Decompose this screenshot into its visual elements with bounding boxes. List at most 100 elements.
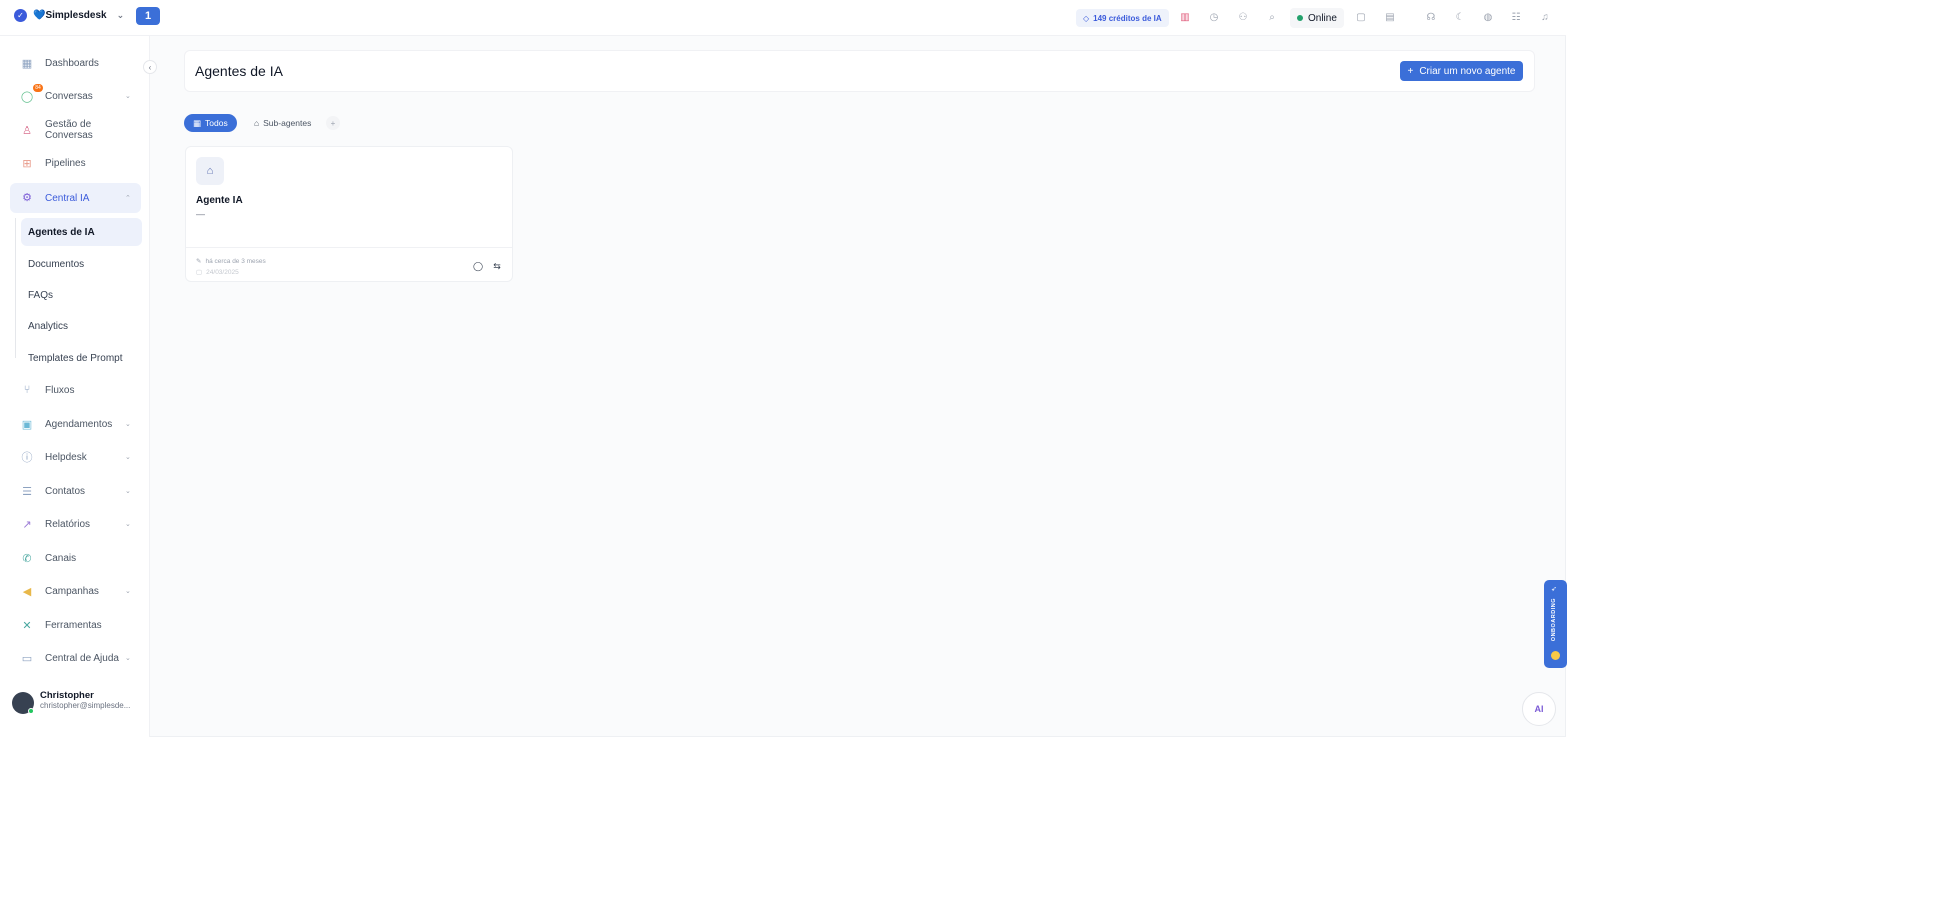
sidebar-item-central-ajuda[interactable]: ▭ Central de Ajuda ⌄	[10, 644, 141, 672]
chart-icon: ↗	[22, 518, 32, 531]
sidebar-item-agendamentos[interactable]: ▣ Agendamentos ⌄	[10, 410, 141, 438]
sidebar-item-label: Contatos	[45, 485, 86, 497]
sidebar-subitem-templates[interactable]: Templates de Prompt	[21, 344, 142, 372]
sidebar-item-canais[interactable]: ✆ Canais	[10, 544, 141, 572]
calendar-icon: ▣	[21, 418, 33, 431]
tab-todos[interactable]: ▦ Todos	[184, 114, 237, 132]
sidebar-item-central-ia[interactable]: ⚙ Central IA ⌃	[10, 183, 141, 213]
ai-credits-label: 149 créditos de IA	[1093, 13, 1162, 23]
sidebar-subitem-analytics[interactable]: Analytics	[21, 312, 142, 340]
conversation-management-icon: ♙	[22, 124, 32, 137]
status-label: Online	[1308, 12, 1337, 24]
grid-icon: ▦	[193, 117, 202, 128]
sidebar-item-label: Fluxos	[45, 384, 75, 396]
sidebar-item-label: Helpdesk	[45, 451, 87, 463]
chevron-down-icon: ⌄	[125, 488, 131, 495]
chevron-down-icon: ⌄	[125, 588, 131, 595]
sidebar-item-campanhas[interactable]: ◀ Campanhas ⌄	[10, 577, 141, 605]
agent-description: —	[196, 209, 205, 219]
pipeline-icon: ⊞	[22, 157, 32, 170]
sidebar-item-relatorios[interactable]: ↗ Relatórios ⌄	[10, 510, 141, 538]
chevron-down-icon: ⌄	[125, 421, 131, 428]
pencil-icon: ✎	[196, 258, 202, 265]
brand-logo-icon: ✓	[14, 9, 27, 22]
card-divider	[186, 247, 512, 248]
updated-text: há cerca de 3 meses	[205, 257, 266, 265]
clock-icon[interactable]: ◷	[1207, 10, 1221, 24]
chevron-down-icon: ⌄	[125, 655, 131, 662]
search-icon[interactable]: ⌕	[1265, 10, 1279, 24]
onboarding-progress-dot	[1551, 651, 1560, 660]
sidebar-item-dashboards[interactable]: ▦ Dashboards	[10, 49, 141, 77]
dashboard-icon: ▦	[21, 57, 33, 70]
status-dot	[1297, 15, 1303, 21]
users-icon[interactable]: ⚇	[1236, 10, 1250, 24]
chevron-down-icon: ⌄	[125, 93, 131, 100]
calendar-icon: ▢	[196, 269, 203, 276]
sidebar-subitem-faqs[interactable]: FAQs	[21, 281, 142, 309]
phone-icon: ✆	[22, 552, 32, 565]
created-meta: ▢ 24/03/2025	[196, 268, 239, 277]
page-header: Agentes de IA + Criar um novo agente	[184, 50, 1535, 92]
ai-button-label: AI	[1534, 704, 1544, 714]
sidebar-item-label: Dashboards	[45, 57, 99, 69]
sidebar-subitem-agentes[interactable]: Agentes de IA	[21, 218, 142, 246]
settings-sliders-icon[interactable]: ⇆	[491, 260, 503, 272]
create-agent-button[interactable]: + Criar um novo agente	[1400, 61, 1523, 81]
contacts-icon: ☰	[22, 485, 32, 498]
headset-icon[interactable]: ☊	[1424, 10, 1438, 24]
sidebar-item-conversas[interactable]: ◯ 84 Conversas ⌄	[10, 82, 141, 110]
chart-bars-icon[interactable]: ▥	[1178, 10, 1192, 24]
onboarding-tab[interactable]: ➶ ONBOARDING	[1544, 580, 1567, 668]
online-indicator	[28, 708, 34, 714]
page-title: Agentes de IA	[195, 63, 283, 79]
tab-label: Sub-agentes	[263, 118, 312, 128]
notification-badge[interactable]: 1	[136, 7, 160, 25]
chevron-up-icon: ⌃	[125, 195, 131, 202]
status-selector[interactable]: Online	[1290, 8, 1344, 28]
archive-icon[interactable]: ▤	[1383, 10, 1397, 24]
bot-icon: ⌂	[196, 157, 224, 185]
chat-icon: ◯	[20, 90, 34, 103]
workspace-switcher[interactable]: ✓ 💙Simplesdesk ⌄	[14, 9, 124, 22]
megaphone-icon: ◀	[22, 585, 32, 598]
sidebar-item-contatos[interactable]: ☰ Contatos ⌄	[10, 477, 141, 505]
sidebar-item-label: Canais	[45, 552, 77, 564]
sidebar-item-fluxos[interactable]: ⑂ Fluxos	[10, 376, 141, 404]
tools-icon: ✕	[22, 619, 32, 632]
checklist-icon[interactable]: ☷	[1509, 10, 1523, 24]
tab-sub-agentes[interactable]: ⌂ Sub-agentes	[245, 114, 320, 132]
app-window: ✓ 💙Simplesdesk ⌄ 1 ◇ 149 créditos de IA …	[0, 0, 1567, 737]
sidebar-item-helpdesk[interactable]: ⓘ Helpdesk ⌄	[10, 443, 141, 471]
ai-assistant-button[interactable]: AI	[1522, 692, 1556, 726]
sidebar-item-pipelines[interactable]: ⊞ Pipelines	[10, 149, 141, 177]
collapse-sidebar-button[interactable]: ‹	[143, 60, 157, 74]
rocket-icon: ➶	[1551, 586, 1557, 593]
tab-label: Todos	[205, 118, 228, 128]
sidebar-subitem-documentos[interactable]: Documentos	[21, 250, 142, 278]
sidebar-item-label: Relatórios	[45, 518, 91, 530]
ai-credits-badge[interactable]: ◇ 149 créditos de IA	[1076, 9, 1169, 27]
agent-name: Agente IA	[196, 195, 243, 206]
ai-icon: ⚙	[22, 191, 32, 204]
add-tab-button[interactable]: +	[326, 116, 340, 130]
sidebar-item-ferramentas[interactable]: ✕ Ferramentas	[10, 611, 141, 639]
sidebar: ▦ Dashboards ◯ 84 Conversas ⌄ ♙ Gestão d…	[0, 36, 150, 737]
plus-icon: +	[1407, 65, 1414, 77]
message-icon[interactable]: ▢	[1354, 10, 1368, 24]
sidebar-item-label: Central IA	[45, 192, 90, 204]
sidebar-item-label: Conversas	[45, 90, 93, 102]
top-bar: ✓ 💙Simplesdesk ⌄ 1 ◇ 149 créditos de IA …	[0, 0, 1566, 36]
bell-icon[interactable]: ♫	[1538, 10, 1552, 24]
sidebar-item-gestao-conversas[interactable]: ♙ Gestão de Conversas	[10, 116, 141, 144]
sidebar-item-label: Agendamentos	[45, 418, 113, 430]
create-agent-label: Criar um novo agente	[1419, 65, 1516, 77]
globe-icon[interactable]: ◍	[1481, 10, 1495, 24]
moon-icon[interactable]: ☾	[1453, 10, 1467, 24]
chat-icon[interactable]: ◯	[472, 260, 484, 272]
help-icon: ▭	[21, 652, 33, 665]
onboarding-label: ONBOARDING	[1551, 598, 1557, 642]
agent-card[interactable]: ⌂ Agente IA — ✎ há cerca de 3 meses ▢ 24…	[185, 146, 513, 282]
updated-meta: ✎ há cerca de 3 meses	[196, 257, 266, 266]
user-email: christopher@simplesde...	[40, 701, 131, 710]
